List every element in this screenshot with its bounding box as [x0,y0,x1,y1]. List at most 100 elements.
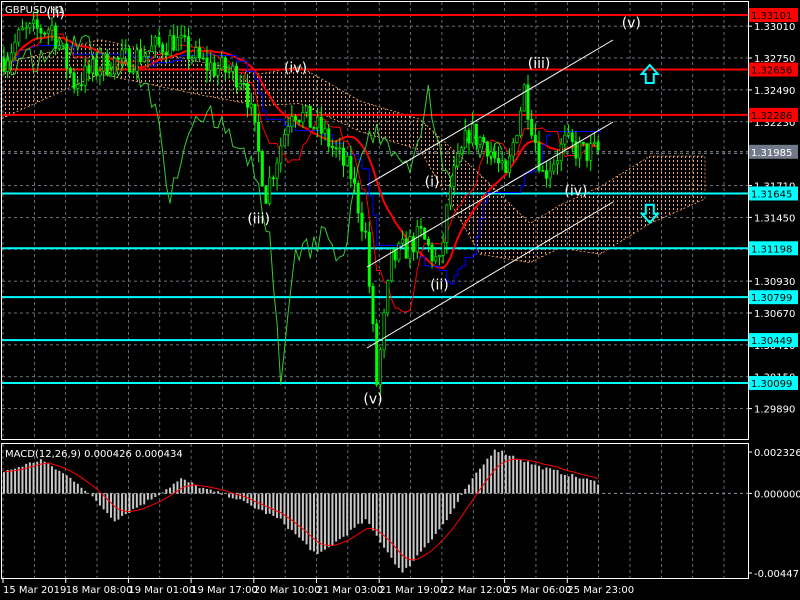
candle-body [548,170,552,179]
candle-body [124,48,128,51]
price-tick-label: 1.32490 [754,86,795,97]
candle-body [581,141,585,144]
macd-histogram-bar [220,493,223,495]
candle-body [286,126,290,135]
macd-frame [1,443,749,579]
candle-body [330,146,334,149]
candle-body [471,123,475,144]
candle-body [345,156,349,166]
macd-histogram-bar [194,484,197,494]
macd-histogram-bar [264,493,267,515]
candle-body [541,170,545,172]
candle-body [504,160,508,173]
candle-body [448,186,452,206]
candle-body [253,103,257,123]
time-label: 18 Mar 08:00 [66,585,133,596]
macd-histogram-bar [431,493,434,540]
candle-body [467,130,471,144]
candle-body [408,236,412,259]
candle-body [39,28,43,34]
candle-body [375,323,379,385]
macd-histogram-bar [276,493,279,519]
candle-body [552,163,556,172]
candle-body [496,157,500,164]
candle-body [72,72,76,89]
candle-body [437,255,441,258]
candle-body [153,36,157,47]
macd-histogram-bar [65,475,68,494]
candle-body [238,83,242,88]
time-label: 21 Mar 03:00 [317,585,384,596]
macd-histogram-bar [98,493,101,506]
macd-histogram-bar [32,462,35,494]
macd-histogram-bar [165,489,168,494]
candle-body [275,162,279,179]
candle-body [79,84,83,87]
macd-histogram-bar [54,469,57,494]
candle-body [105,53,109,76]
wave-label: (iv) [284,61,307,77]
macd-histogram-bar [567,476,570,494]
time-label: 22 Mar 12:00 [442,585,509,596]
macd-histogram-bar [589,479,592,494]
candle-body [338,147,342,150]
candle-body [24,27,28,30]
candle-body [426,238,430,246]
candle-body [319,116,323,134]
candle-body [46,29,50,34]
macd-histogram-bar [228,493,231,498]
macd-histogram-bar [14,468,17,494]
macd-histogram-bar [146,493,149,500]
candle-body [198,47,202,59]
macd-histogram-bar [423,493,426,548]
macd-histogram-bar [76,483,79,494]
macd-histogram-bar [169,487,172,494]
macd-histogram-bar [305,493,308,545]
macd-histogram-bar [504,454,507,494]
macd-histogram-bar [279,493,282,519]
macd-histogram-bar [445,493,448,521]
price-tick-label: 1.30670 [754,309,795,320]
candle-body [98,70,102,76]
macd-histogram-bar [342,493,345,537]
wave-label: (v) [363,392,382,408]
macd-histogram-bar [364,493,367,520]
support-level-price: 1.31198 [751,244,792,255]
candle-body [139,49,143,63]
candle-body [113,57,117,75]
time-axis: 15 Mar 2019 18 Mar 08:0019 Mar 01:0019 Ma… [2,579,634,596]
macd-histogram-bar [21,466,24,494]
candle-body [515,135,519,143]
candle-body [489,151,493,157]
candle-body [102,53,106,72]
macd-histogram-bar [47,462,50,494]
time-label: 19 Mar 01:00 [128,585,195,596]
wave-label: (v) [622,15,641,31]
candle-body [323,128,327,134]
macd-histogram-bar [512,455,515,494]
resistance-level-price: 1.32656 [751,66,792,77]
macd-histogram-bar [268,493,271,514]
candle-body [482,137,486,143]
candle-body [116,57,120,60]
candle-body [485,141,489,157]
candle-body [32,19,36,24]
macd-histogram-bar [294,493,297,535]
macd-histogram-bar [298,493,301,538]
time-label: 25 Mar 06:00 [505,585,572,596]
macd-histogram-bar [442,493,445,525]
candle-body [54,25,58,49]
candle-body [20,27,24,31]
candle-body [161,44,165,53]
macd-histogram-bar [84,490,87,494]
candle-body [511,142,515,157]
candle-body [50,25,54,31]
grid [2,2,748,578]
macd-histogram-bar [3,471,5,494]
price-chart[interactable]: (ii)(iv)(iii)(v)(i)(ii)(iii)(iv)(v) 1.33… [0,0,800,600]
macd-panel: 0.002326 0.000000 -0.004471 [2,448,800,580]
candle-body [220,57,224,69]
candle-body [508,155,512,173]
candle-body [445,204,449,243]
candle-body [94,58,98,76]
